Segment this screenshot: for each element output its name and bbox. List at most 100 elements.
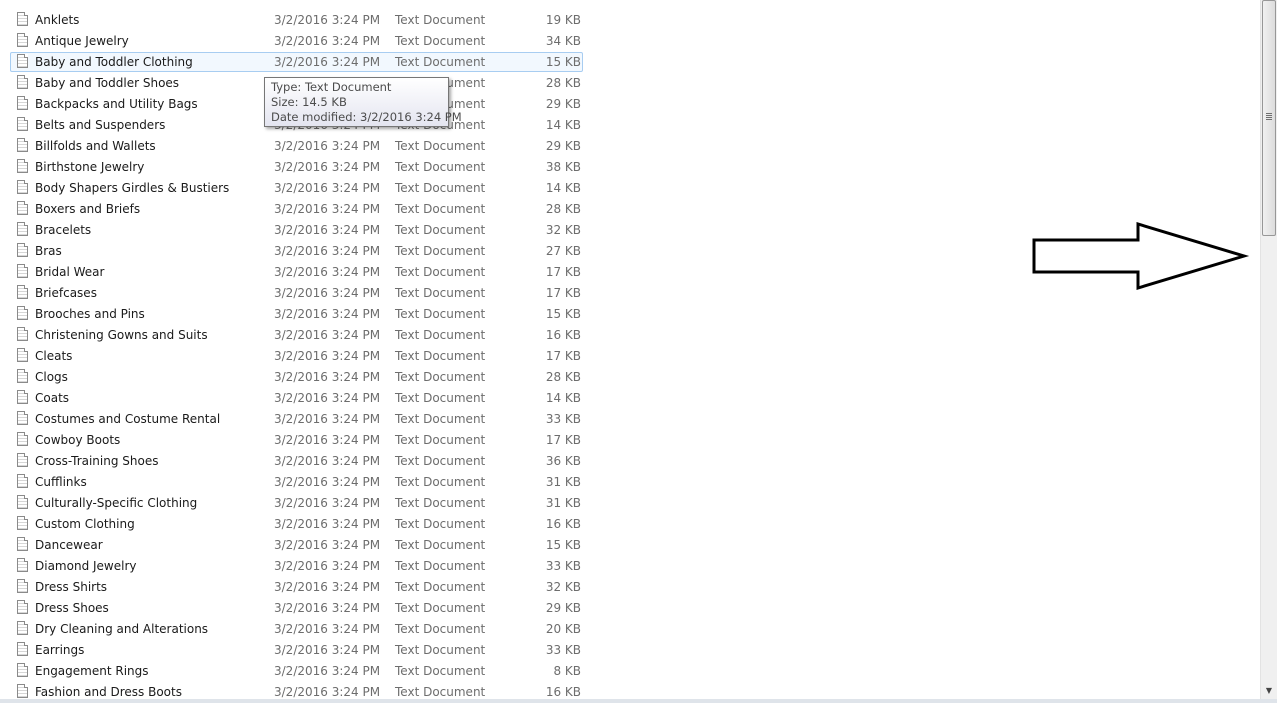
- file-date-modified: 3/2/2016 3:24 PM: [274, 475, 381, 489]
- file-name: Diamond Jewelry: [35, 559, 137, 573]
- text-document-icon: [17, 264, 28, 278]
- file-row[interactable]: Clogs 3/2/2016 3:24 PM Text Document 28 KB: [0, 367, 600, 388]
- file-name: Earrings: [35, 643, 85, 657]
- file-name: Costumes and Costume Rental: [35, 412, 221, 426]
- file-date-modified: 3/2/2016 3:24 PM: [274, 55, 381, 69]
- scrollbar-thumb[interactable]: [1262, 0, 1276, 236]
- file-size: 8 KB: [553, 664, 581, 678]
- file-row[interactable]: Bras 3/2/2016 3:24 PM Text Document 27 KB: [0, 241, 600, 262]
- file-type: Text Document: [395, 580, 486, 594]
- file-date-modified: 3/2/2016 3:24 PM: [274, 13, 381, 27]
- file-size: 28 KB: [545, 370, 581, 384]
- file-name: Fashion and Dress Boots: [35, 685, 182, 699]
- text-document-icon: [17, 453, 28, 467]
- file-row[interactable]: Briefcases 3/2/2016 3:24 PM Text Document 1…: [0, 283, 600, 304]
- text-document-icon: [17, 327, 28, 341]
- file-row[interactable]: Billfolds and Wallets 3/2/2016 3:24 PM Tex…: [0, 136, 600, 157]
- file-name: Engagement Rings: [35, 664, 149, 678]
- file-row[interactable]: Bracelets 3/2/2016 3:24 PM Text Document 32…: [0, 220, 600, 241]
- text-document-icon: [17, 369, 28, 383]
- file-date-modified: 3/2/2016 3:24 PM: [274, 307, 381, 321]
- file-row[interactable]: Culturally-Specific Clothing 3/2/2016 3:2…: [0, 493, 600, 514]
- text-document-icon: [17, 621, 28, 635]
- file-row[interactable]: Cufflinks 3/2/2016 3:24 PM Text Document 31…: [0, 472, 600, 493]
- file-type: Text Document: [395, 328, 486, 342]
- file-name: Briefcases: [35, 286, 97, 300]
- file-date-modified: 3/2/2016 3:24 PM: [274, 34, 381, 48]
- tooltip-size: Size: 14.5 KB: [271, 95, 347, 109]
- file-row[interactable]: Engagement Rings 3/2/2016 3:24 PM Text Doc…: [0, 661, 600, 682]
- file-size: 17 KB: [545, 433, 581, 447]
- text-document-icon: [17, 159, 28, 173]
- file-row[interactable]: Cleats 3/2/2016 3:24 PM Text Document 17 KB: [0, 346, 600, 367]
- file-row[interactable]: Custom Clothing 3/2/2016 3:24 PM Text Docu…: [0, 514, 600, 535]
- file-name: Dress Shirts: [35, 580, 108, 594]
- file-name: Dancewear: [35, 538, 103, 552]
- file-row[interactable]: Costumes and Costume Rental 3/2/2016 3:24…: [0, 409, 600, 430]
- file-name: Bracelets: [35, 223, 92, 237]
- file-name: Clogs: [35, 370, 68, 384]
- file-row[interactable]: Dancewear 3/2/2016 3:24 PM Text Document 15…: [0, 535, 600, 556]
- file-name: Billfolds and Wallets: [35, 139, 156, 153]
- file-row[interactable]: Boxers and Briefs 3/2/2016 3:24 PM Text Do…: [0, 199, 600, 220]
- file-row[interactable]: Dress Shoes 3/2/2016 3:24 PM Text Document…: [0, 598, 600, 619]
- text-document-icon: [17, 201, 28, 215]
- file-date-modified: 3/2/2016 3:24 PM: [274, 265, 381, 279]
- file-name: Custom Clothing: [35, 517, 135, 531]
- scroll-down-arrow-icon[interactable]: ▼: [1261, 683, 1277, 699]
- file-row[interactable]: Body Shapers Girdles & Bustiers 3/2/2016 …: [0, 178, 600, 199]
- file-row[interactable]: Cross-Training Shoes 3/2/2016 3:24 PM Text…: [0, 451, 600, 472]
- file-date-modified: 3/2/2016 3:24 PM: [274, 538, 381, 552]
- file-date-modified: 3/2/2016 3:24 PM: [274, 517, 381, 531]
- file-name: Dry Cleaning and Alterations: [35, 622, 209, 636]
- file-type: Text Document: [395, 55, 486, 69]
- file-type: Text Document: [395, 664, 486, 678]
- file-name: Boxers and Briefs: [35, 202, 141, 216]
- text-document-icon: [17, 516, 28, 530]
- file-row[interactable]: Fashion and Dress Boots 3/2/2016 3:24 PM T…: [0, 682, 600, 699]
- text-document-icon: [17, 558, 28, 572]
- file-type: Text Document: [395, 349, 486, 363]
- file-row[interactable]: Coats 3/2/2016 3:24 PM Text Document 14 KB: [0, 388, 600, 409]
- file-size: 33 KB: [545, 412, 581, 426]
- text-document-icon: [17, 495, 28, 509]
- file-type: Text Document: [395, 202, 486, 216]
- text-document-icon: [17, 33, 28, 47]
- file-size: 32 KB: [545, 223, 581, 237]
- text-document-icon: [17, 642, 28, 656]
- file-size: 16 KB: [545, 517, 581, 531]
- file-row[interactable]: Bridal Wear 3/2/2016 3:24 PM Text Document…: [0, 262, 600, 283]
- file-type: Text Document: [395, 622, 486, 636]
- file-row[interactable]: Anklets 3/2/2016 3:24 PM Text Document 19 K…: [0, 10, 600, 31]
- file-row[interactable]: Dry Cleaning and Alterations 3/2/2016 3:2…: [0, 619, 600, 640]
- file-row[interactable]: Brooches and Pins 3/2/2016 3:24 PM Text Do…: [0, 304, 600, 325]
- file-row[interactable]: Baby and Toddler Clothing 3/2/2016 3:24 P…: [0, 52, 600, 73]
- text-document-icon: [17, 285, 28, 299]
- file-type: Text Document: [395, 559, 486, 573]
- file-type: Text Document: [395, 13, 486, 27]
- file-size: 14 KB: [545, 181, 581, 195]
- file-size: 33 KB: [545, 643, 581, 657]
- file-type: Text Document: [395, 643, 486, 657]
- file-row[interactable]: Earrings 3/2/2016 3:24 PM Text Document 33 …: [0, 640, 600, 661]
- file-size: 33 KB: [545, 559, 581, 573]
- text-document-icon: [17, 600, 28, 614]
- file-type: Text Document: [395, 538, 486, 552]
- file-size: 31 KB: [545, 496, 581, 510]
- file-row[interactable]: Christening Gowns and Suits 3/2/2016 3:24…: [0, 325, 600, 346]
- file-row[interactable]: Dress Shirts 3/2/2016 3:24 PM Text Documen…: [0, 577, 600, 598]
- file-row[interactable]: Birthstone Jewelry 3/2/2016 3:24 PM Text D…: [0, 157, 600, 178]
- file-type: Text Document: [395, 391, 486, 405]
- file-list-view[interactable]: Anklets 3/2/2016 3:24 PM Text Document 19 K…: [0, 0, 1260, 699]
- file-row[interactable]: Antique Jewelry 3/2/2016 3:24 PM Text Docu…: [0, 31, 600, 52]
- file-name: Anklets: [35, 13, 80, 27]
- file-date-modified: 3/2/2016 3:24 PM: [274, 391, 381, 405]
- vertical-scrollbar[interactable]: ▼: [1260, 0, 1277, 699]
- file-name: Body Shapers Girdles & Bustiers: [35, 181, 230, 195]
- file-row[interactable]: Cowboy Boots 3/2/2016 3:24 PM Text Documen…: [0, 430, 600, 451]
- file-row[interactable]: Diamond Jewelry 3/2/2016 3:24 PM Text Docu…: [0, 556, 600, 577]
- text-document-icon: [17, 663, 28, 677]
- file-type: Text Document: [395, 181, 486, 195]
- file-name: Backpacks and Utility Bags: [35, 97, 198, 111]
- text-document-icon: [17, 474, 28, 488]
